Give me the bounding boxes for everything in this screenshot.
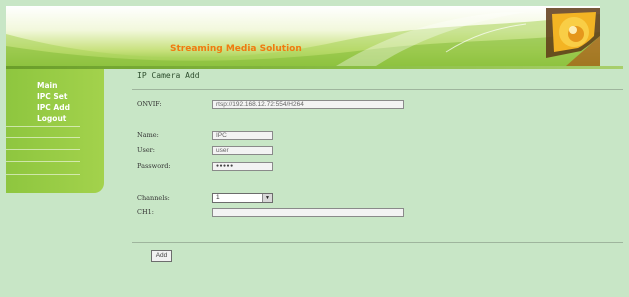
sidebar-divider <box>6 126 80 127</box>
sidebar-divider <box>6 137 80 138</box>
password-label: Password: <box>137 162 171 170</box>
chevron-down-icon[interactable]: ▼ <box>262 194 272 202</box>
sidebar-item-logout[interactable]: Logout <box>6 113 104 124</box>
user-input[interactable]: user <box>212 146 273 155</box>
sidebar-item-ipc-add[interactable]: IPC Add <box>6 102 104 113</box>
ch1-input[interactable] <box>212 208 404 217</box>
add-button[interactable]: Add <box>151 250 172 262</box>
page-title: IP Camera Add <box>137 71 200 80</box>
header-banner: Streaming Media Solution <box>6 6 600 66</box>
user-label: User: <box>137 146 155 154</box>
channels-label: Channels: <box>137 194 170 202</box>
sidebar-divider <box>6 161 80 162</box>
title-divider <box>132 89 623 90</box>
name-input[interactable]: IPC <box>212 131 273 140</box>
sidebar-item-main[interactable]: Main <box>6 80 104 91</box>
banner-artwork <box>6 8 600 66</box>
name-label: Name: <box>137 131 159 139</box>
ch1-label: CH1: <box>137 208 154 216</box>
onvif-label: ONVIF: <box>137 100 162 108</box>
sidebar-item-ipc-set[interactable]: IPC Set <box>6 91 104 102</box>
onvif-url-input[interactable]: rtsp://192.168.12.72:554/H264 <box>212 100 404 109</box>
form-divider <box>132 242 623 243</box>
password-input[interactable]: ●●●●● <box>212 162 273 171</box>
channels-selected-value: 1 <box>216 194 220 201</box>
channels-select[interactable]: 1 ▼ <box>212 193 273 203</box>
sidebar-nav: Main IPC Set IPC Add Logout <box>6 69 104 193</box>
banner-title: Streaming Media Solution <box>170 44 302 54</box>
sidebar-divider <box>6 174 80 175</box>
sidebar-divider <box>6 149 80 150</box>
